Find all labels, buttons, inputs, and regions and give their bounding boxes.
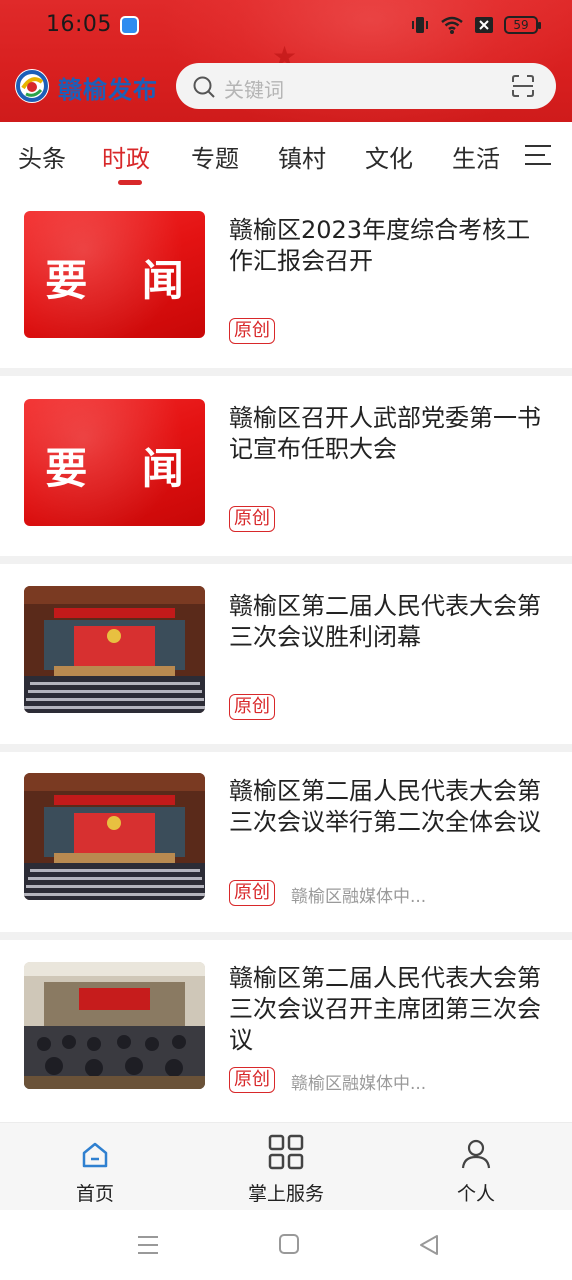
home-button-icon[interactable] [279, 1234, 299, 1258]
recents-icon[interactable] [137, 1234, 159, 1260]
user-icon [461, 1139, 491, 1169]
status-icons: 59 [410, 14, 541, 36]
search-bar[interactable]: 关键词 [176, 63, 556, 109]
news-source: 赣榆区融媒体中... [291, 887, 427, 907]
thumbnail-label: 要 闻 [45, 444, 204, 493]
news-title[interactable]: 赣榆区第二届人民代表大会第三次会议召开主席团第三次会议 [229, 963, 547, 1056]
nav-profile[interactable]: 个人 [411, 1123, 541, 1211]
news-item[interactable]: 赣榆区第二届人民代表大会第三次会议召开主席团第三次会议 原创 赣榆区融媒体中..… [0, 940, 572, 1122]
original-badge: 原创 [229, 1067, 275, 1093]
tab-menu-icon[interactable] [525, 144, 551, 170]
meeting-room-photo [24, 962, 205, 1089]
congress-hall-photo [24, 773, 205, 900]
nav-home[interactable]: 首页 [30, 1123, 160, 1211]
home-icon [82, 1142, 108, 1168]
tab-headlines[interactable]: 头条 [18, 139, 66, 174]
app-logo-icon [14, 68, 50, 104]
search-placeholder: 关键词 [224, 78, 284, 102]
news-title[interactable]: 赣榆区2023年度综合考核工作汇报会召开 [229, 215, 547, 277]
news-thumbnail [24, 586, 205, 713]
category-tabs: 头条 时政 专题 镇村 文化 生活 [0, 122, 572, 186]
news-title[interactable]: 赣榆区召开人武部党委第一书记宣布任职大会 [229, 403, 547, 465]
original-badge: 原创 [229, 694, 275, 720]
news-item[interactable]: 要 闻 赣榆区2023年度综合考核工作汇报会召开 原创 [0, 186, 572, 368]
back-icon[interactable] [418, 1234, 440, 1260]
nav-home-label: 首页 [75, 1183, 114, 1205]
divider [0, 744, 572, 752]
active-tab-indicator [118, 180, 142, 185]
brand-name: 赣榆发布 [58, 76, 158, 104]
congress-hall-photo [24, 586, 205, 713]
status-time: 16:05 [46, 12, 112, 37]
wifi-icon [440, 15, 464, 35]
thumbnail-label: 要 闻 [45, 256, 204, 305]
grid-icon [268, 1134, 304, 1170]
search-icon [192, 75, 216, 103]
original-badge: 原创 [229, 880, 275, 906]
divider [0, 932, 572, 940]
bottom-navigation: 首页 掌上服务 个人 [0, 1122, 572, 1210]
nav-services-label: 掌上服务 [247, 1183, 324, 1205]
tab-life[interactable]: 生活 [452, 139, 500, 174]
divider [0, 368, 572, 376]
app-header: ★ 16:05 59 赣榆发布 关键词 [0, 0, 572, 122]
nav-profile-label: 个人 [456, 1183, 495, 1205]
original-badge: 原创 [229, 506, 275, 532]
vibrate-icon [410, 15, 430, 35]
scan-icon[interactable] [512, 75, 534, 101]
no-sim-icon [474, 15, 494, 35]
news-source: 赣榆区融媒体中... [291, 1074, 427, 1094]
news-thumbnail [24, 773, 205, 900]
status-bar: 16:05 59 [0, 0, 572, 50]
nav-services[interactable]: 掌上服务 [221, 1123, 351, 1211]
news-thumbnail [24, 962, 205, 1089]
news-item[interactable]: 赣榆区第二届人民代表大会第三次会议胜利闭幕 原创 [0, 564, 572, 744]
news-item[interactable]: 赣榆区第二届人民代表大会第三次会议举行第二次全体会议 原创 赣榆区融媒体中... [0, 752, 572, 932]
divider [0, 556, 572, 564]
tab-towns[interactable]: 镇村 [278, 139, 326, 174]
news-item[interactable]: 要 闻 赣榆区召开人武部党委第一书记宣布任职大会 原创 [0, 376, 572, 556]
original-badge: 原创 [229, 318, 275, 344]
news-title[interactable]: 赣榆区第二届人民代表大会第三次会议举行第二次全体会议 [229, 776, 547, 838]
tab-culture[interactable]: 文化 [365, 139, 413, 174]
tab-topics[interactable]: 专题 [191, 139, 239, 174]
app-notification-icon [120, 16, 139, 35]
news-title[interactable]: 赣榆区第二届人民代表大会第三次会议胜利闭幕 [229, 591, 547, 653]
tab-politics[interactable]: 时政 [102, 139, 150, 174]
system-navigation-bar [0, 1210, 572, 1280]
news-thumbnail: 要 闻 [24, 211, 205, 338]
battery-icon: 59 [504, 16, 541, 34]
news-thumbnail: 要 闻 [24, 399, 205, 526]
header-logo-row: 赣榆发布 关键词 [0, 62, 572, 112]
